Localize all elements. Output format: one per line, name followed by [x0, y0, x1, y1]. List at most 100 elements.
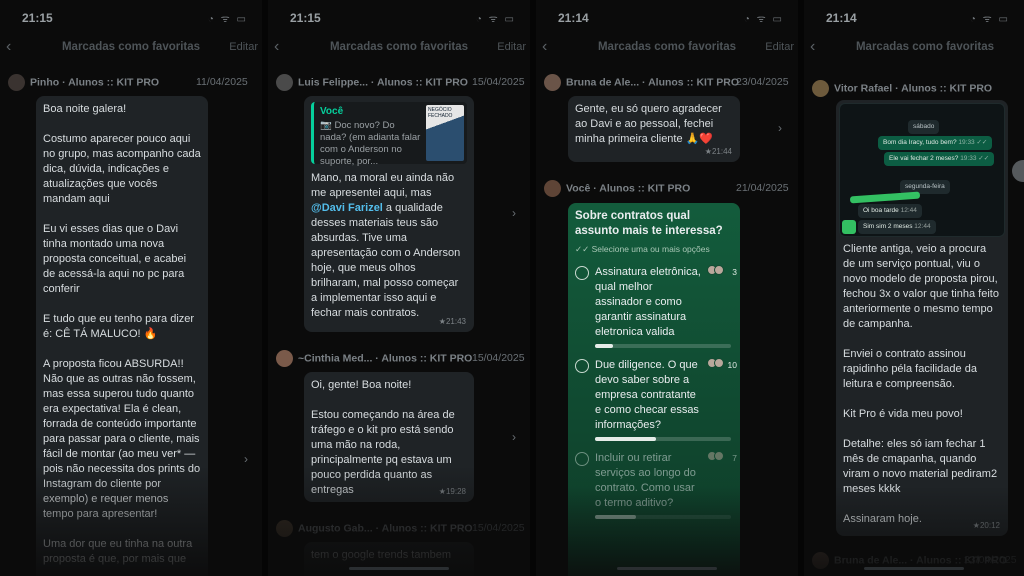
home-indicator	[617, 567, 717, 570]
edit-button[interactable]: Editar	[765, 41, 794, 53]
poll-option[interactable]: 7 Incluir ou retirar serviços ao longo d…	[575, 451, 737, 519]
poll-radio[interactable]	[575, 359, 589, 373]
top-bar: ‹ Marcadas como favoritas Editar	[0, 34, 262, 62]
status-time: 21:14	[826, 11, 857, 25]
message-text: Cliente antiga, veio a procura de um ser…	[843, 243, 999, 330]
screenshot-image[interactable]: sábado Bom dia Iracy, tudo bem? 19:33 ✓✓…	[839, 103, 1005, 237]
top-bar: ‹ Marcadas como favoritas Editar	[536, 34, 798, 62]
status-bar: 21:15 ◔ ᯤ ▭	[0, 0, 262, 30]
chevron-right-icon[interactable]: ›	[244, 452, 248, 466]
message-date: 15/04/2025	[472, 522, 525, 534]
edit-button[interactable]: Editar	[497, 41, 526, 53]
message-text: Costumo aparecer pouco aqui no grupo, ma…	[43, 133, 201, 205]
voter-avatars	[707, 265, 727, 276]
vote-count: 3	[732, 267, 737, 277]
status-bar: 21:14 ◔ ᯤ ▭	[536, 0, 798, 30]
vote-bar	[595, 515, 731, 519]
avatar	[812, 80, 829, 97]
status-time: 21:15	[22, 11, 53, 25]
avatar	[276, 520, 293, 537]
chat-panel-3: 21:14 ◔ ᯤ ▭ ‹ Marcadas como favoritas Ed…	[536, 0, 798, 576]
chevron-right-icon[interactable]: ›	[778, 121, 782, 135]
chevron-right-icon[interactable]: ›	[512, 206, 516, 220]
poll-option[interactable]: 10 Due diligence. O que devo saber sobre…	[575, 358, 737, 441]
message-text: Uma dor que eu tinha na outra proposta é…	[43, 538, 193, 565]
message-body: Cliente antiga, veio a procura de um ser…	[839, 237, 1005, 527]
message-date: 15/04/2025	[472, 352, 525, 364]
sender-name: Luis Felippe... · Alunos :: KIT PRO	[298, 76, 468, 89]
page-title: Marcadas como favoritas	[329, 41, 469, 53]
vote-bar-fill	[595, 437, 657, 441]
status-time: 21:15	[290, 11, 321, 25]
message-date: 15/04/2025	[472, 76, 525, 88]
message-bubble[interactable]: tem o google trends tambem	[304, 542, 474, 576]
mention-link[interactable]: @Davi Farizel	[311, 202, 383, 214]
status-time: 21:14	[558, 11, 589, 25]
sender-name: Pinho · Alunos :: KIT PRO	[30, 76, 160, 89]
status-bar: 21:15 ◔ ᯤ ▭	[268, 0, 530, 30]
status-icons: ◔ ᯤ ▭	[207, 14, 248, 25]
sender-name: Augusto Gab... · Alunos :: KIT PRO	[298, 522, 473, 535]
poll-hint: ✓✓ Selecione uma ou mais opções	[575, 244, 710, 254]
vote-bar-fill	[595, 344, 613, 348]
message-date: 21/04/2025	[736, 182, 789, 194]
avatar	[8, 74, 25, 91]
message-sender[interactable]: Vitor Rafael · Alunos :: KIT PRO	[812, 80, 1022, 98]
top-bar: ‹ Marcadas como favoritas Editar	[268, 34, 530, 62]
avatar	[276, 74, 293, 91]
vote-count: 7	[732, 453, 737, 463]
chevron-right-icon[interactable]: ›	[512, 430, 516, 444]
avatar	[544, 74, 561, 91]
message-bubble[interactable]: Gente, eu só quero agradecer ao Davi e a…	[568, 96, 740, 162]
poll-bubble[interactable]: Sobre contratos qual assunto mais te int…	[568, 203, 740, 576]
message-text: Detalhe: eles só iam fechar 1 mês de cma…	[843, 438, 998, 495]
poll-option-text: Assinatura eletrônica, qual melhor assin…	[595, 266, 701, 338]
poll-option[interactable]: 3 Assinatura eletrônica, qual melhor ass…	[575, 265, 737, 348]
edit-button[interactable]: Editar	[229, 41, 258, 53]
scroll-button[interactable]	[1012, 160, 1024, 182]
message-text: Gente, eu só quero agradecer ao Davi e a…	[575, 103, 722, 145]
message-sender[interactable]: Luis Felippe... · Alunos :: KIT PRO 15/0…	[276, 74, 528, 92]
status-icons: ◔ ᯤ ▭	[969, 14, 1010, 25]
quoted-message[interactable]: Você 📷 Doc novo? Do nada? (em adianta fa…	[311, 102, 467, 167]
avatar	[276, 350, 293, 367]
page-title: Marcadas como favoritas	[61, 41, 201, 53]
sender-name: Vitor Rafael · Alunos :: KIT PRO	[834, 82, 993, 95]
message-sender[interactable]: Bruna de Ale... · Alunos :: KIT PRO 23/0…	[544, 74, 796, 92]
message-bubble[interactable]: Boa noite galera! Costumo aparecer pouco…	[36, 96, 208, 576]
vote-bar	[595, 437, 731, 441]
message-sender[interactable]: Augusto Gab... · Alunos :: KIT PRO 15/04…	[276, 520, 528, 538]
message-time: ★21:44	[704, 147, 732, 156]
sender-name: ~Cinthia Med... · Alunos :: KIT PRO	[298, 352, 473, 365]
quote-thumbnail: NEGÓCIO FECHADO	[426, 105, 464, 161]
message-sender[interactable]: Pinho · Alunos :: KIT PRO 11/04/2025	[8, 74, 254, 92]
poll-radio[interactable]	[575, 452, 589, 466]
voter-avatars	[707, 451, 727, 462]
status-bar: 21:14 ◔ ᯤ ▭	[804, 0, 1024, 30]
message-sender[interactable]: ~Cinthia Med... · Alunos :: KIT PRO 15/0…	[276, 350, 528, 368]
message-bubble[interactable]: sábado Bom dia Iracy, tudo bem? 19:33 ✓✓…	[836, 100, 1008, 536]
voter-avatars	[707, 358, 727, 369]
message-text: Kit Pro é vida meu povo!	[843, 408, 963, 420]
message-text: Mano, na moral eu ainda não me apresente…	[311, 172, 461, 319]
message-time: ★19:28	[438, 487, 466, 496]
page-title: Marcadas como favoritas	[597, 41, 737, 53]
sender-name: Bruna de Ale... · Alunos :: KIT PRO	[566, 76, 740, 89]
message-bubble[interactable]: Você 📷 Doc novo? Do nada? (em adianta fa…	[304, 96, 474, 332]
message-time: ★20:12	[972, 521, 1000, 530]
redaction-mark	[849, 191, 921, 204]
chat-message: Bom dia Iracy, tudo bem? 19:33 ✓✓	[878, 136, 993, 150]
poll-question: Sobre contratos qual assunto mais te int…	[575, 210, 723, 237]
home-indicator	[349, 567, 449, 570]
chat-panel-1: 21:15 ◔ ᯤ ▭ ‹ Marcadas como favoritas Ed…	[0, 0, 262, 576]
message-bubble[interactable]: Oi, gente! Boa noite! Estou começando na…	[304, 372, 474, 502]
poll-radio[interactable]	[575, 266, 589, 280]
message-text: Enviei o contrato assinou rapidinho péla…	[843, 348, 977, 390]
poll-option-text: Due diligence. O que devo saber sobre a …	[595, 359, 699, 431]
status-icons: ◔ ᯤ ▭	[743, 14, 784, 25]
message-sender[interactable]: Você · Alunos :: KIT PRO 21/04/2025	[544, 180, 796, 198]
message-text: Oi, gente! Boa noite!	[311, 379, 412, 391]
home-indicator	[864, 567, 964, 570]
message-text: A proposta ficou ABSURDA!! Não que as ou…	[43, 358, 201, 520]
page-title: Marcadas como favoritas	[855, 41, 995, 53]
